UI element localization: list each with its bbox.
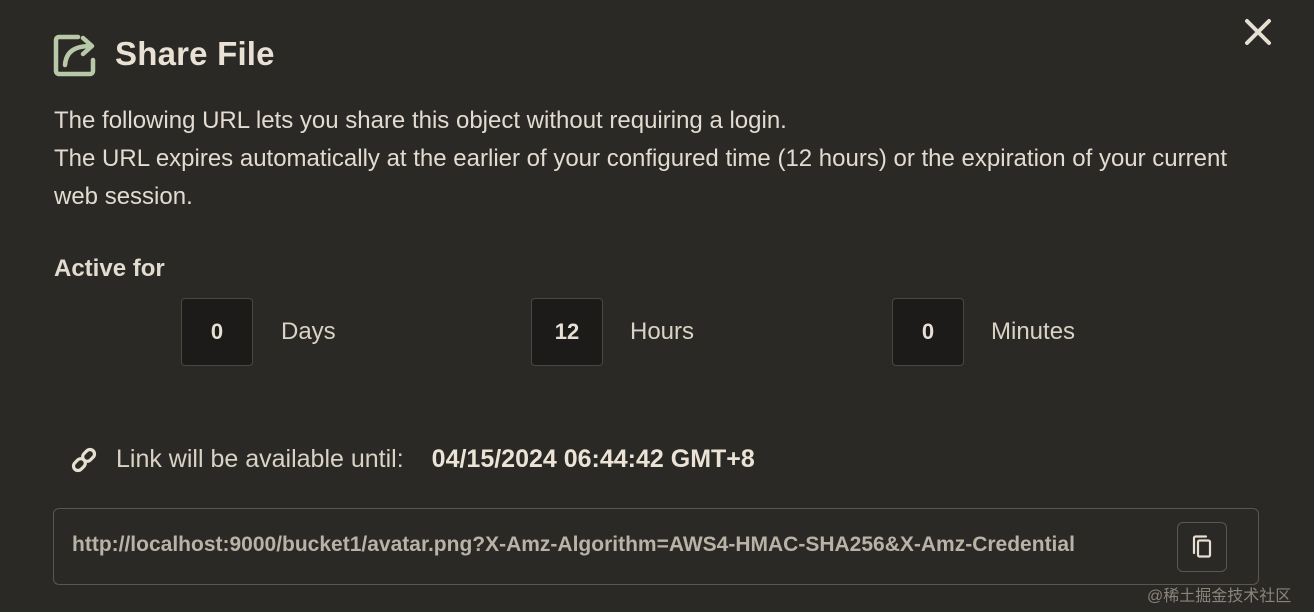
description-line-1: The following URL lets you share this ob… <box>54 107 787 134</box>
availability-date: 04/15/2024 06:44:42 GMT+8 <box>431 445 755 473</box>
share-url-text[interactable]: http://localhost:9000/bucket1/avatar.png… <box>72 533 1176 557</box>
description-line-2: The URL expires automatically at the ear… <box>54 145 1227 210</box>
share-icon <box>53 34 96 77</box>
days-label: Days <box>281 318 336 345</box>
share-url-field[interactable]: http://localhost:9000/bucket1/avatar.png… <box>53 508 1259 585</box>
dialog-header: Share File <box>53 31 275 77</box>
dialog-description: The following URL lets you share this ob… <box>54 102 1254 216</box>
close-icon[interactable] <box>1240 14 1276 50</box>
active-for-label: Active for <box>54 255 165 282</box>
hours-label: Hours <box>630 318 695 345</box>
minutes-label: Minutes <box>991 318 1076 345</box>
availability-row: Link will be available until: 04/15/2024… <box>70 445 755 474</box>
minutes-input[interactable]: 0 <box>892 298 964 366</box>
copy-button[interactable] <box>1177 522 1227 572</box>
availability-label: Link will be available until: <box>116 445 404 473</box>
hours-input[interactable]: 12 <box>531 298 603 366</box>
copy-icon <box>1192 535 1212 558</box>
dialog-title: Share File <box>115 35 275 72</box>
link-icon <box>71 447 97 472</box>
days-input[interactable]: 0 <box>181 298 253 366</box>
watermark: @稀土掘金技术社区 <box>1147 588 1292 605</box>
